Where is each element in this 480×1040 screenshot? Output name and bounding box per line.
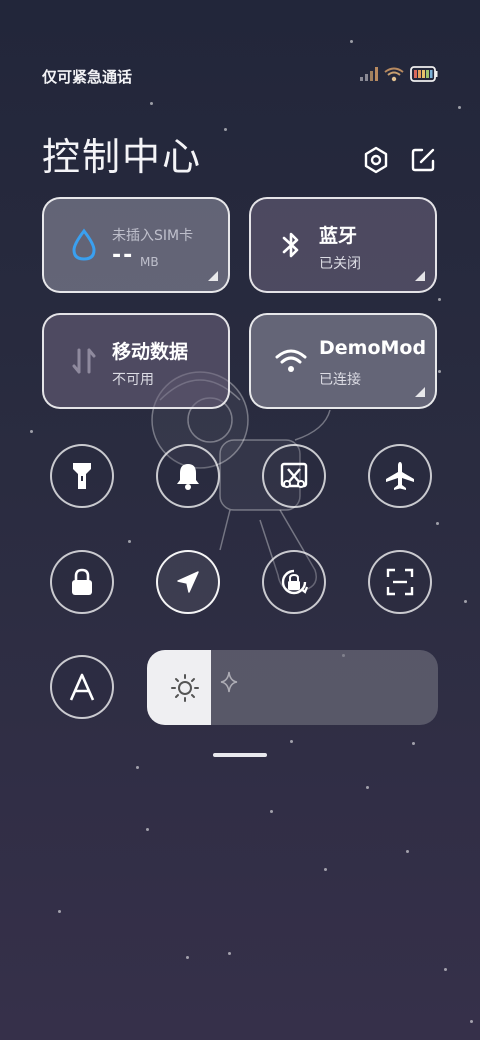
- flashlight-icon: [73, 463, 91, 489]
- airplane-icon: [386, 462, 414, 490]
- letter-a-icon: [69, 673, 95, 701]
- bluetooth-icon: [273, 227, 309, 263]
- bluetooth-title: 蓝牙: [319, 225, 358, 247]
- airplane-mode-toggle[interactable]: [368, 444, 432, 508]
- location-arrow-icon: [177, 571, 199, 593]
- bluetooth-status: 已关闭: [319, 256, 361, 272]
- mobile-data-status: 不可用: [112, 372, 154, 388]
- data-usage-value: --: [112, 243, 135, 268]
- lock-screen-toggle[interactable]: [50, 550, 114, 614]
- signal-icon: [360, 67, 378, 81]
- wifi-icon: [273, 343, 309, 379]
- wifi-network-name: DemoMode: [319, 337, 425, 359]
- sparkle-icon: [220, 671, 238, 693]
- water-drop-icon: [66, 227, 102, 263]
- mobile-data-tile[interactable]: 移动数据 不可用: [42, 313, 230, 409]
- battery-icon: [410, 66, 438, 82]
- wifi-tile[interactable]: DemoMode 已连接: [249, 313, 437, 409]
- data-usage-unit: MB: [140, 255, 159, 269]
- flashlight-toggle[interactable]: [50, 444, 114, 508]
- settings-hexagon-icon: [364, 146, 388, 174]
- scan-icon: [386, 568, 414, 596]
- brightness-slider[interactable]: [147, 650, 438, 725]
- lock-icon: [72, 568, 92, 595]
- location-toggle[interactable]: [156, 550, 220, 614]
- data-usage-tile[interactable]: 未插入SIM卡 -- MB: [42, 197, 230, 293]
- scanner-toggle[interactable]: [368, 550, 432, 614]
- expand-corner-icon: [208, 271, 218, 281]
- edit-button[interactable]: [407, 144, 439, 176]
- auto-brightness-toggle[interactable]: [50, 655, 114, 719]
- settings-button[interactable]: [360, 144, 392, 176]
- expand-corner-icon: [415, 387, 425, 397]
- carrier-text: 仅可紧急通话: [42, 68, 133, 86]
- data-arrows-icon: [66, 343, 102, 379]
- ringer-toggle[interactable]: [156, 444, 220, 508]
- sim-status-label: 未插入SIM卡: [112, 228, 194, 244]
- edit-icon: [411, 148, 435, 172]
- status-bar: 仅可紧急通话: [0, 62, 480, 90]
- scissors-screenshot-icon: [280, 462, 308, 488]
- mobile-data-title: 移动数据: [112, 341, 189, 363]
- bell-icon: [177, 464, 199, 490]
- expand-corner-icon: [415, 271, 425, 281]
- bluetooth-tile[interactable]: 蓝牙 已关闭: [249, 197, 437, 293]
- status-icons: [360, 66, 438, 82]
- rotation-lock-toggle[interactable]: [262, 550, 326, 614]
- sun-icon: [171, 674, 199, 702]
- rotation-lock-icon: [281, 569, 309, 595]
- home-indicator[interactable]: [213, 753, 267, 757]
- screenshot-toggle[interactable]: [262, 444, 326, 508]
- page-title: 控制中心: [42, 135, 203, 179]
- wifi-status: 已连接: [319, 372, 361, 388]
- wifi-icon: [384, 67, 404, 81]
